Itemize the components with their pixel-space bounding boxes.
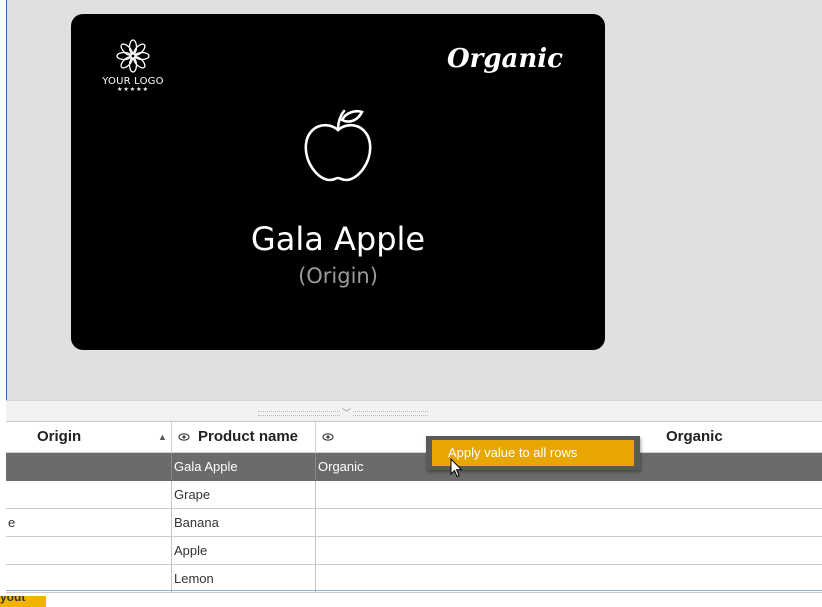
mouse-cursor-icon (450, 458, 463, 478)
cell-organic[interactable] (316, 481, 822, 508)
table-row[interactable]: Gala Apple Organic (6, 453, 822, 481)
sort-ascending-icon[interactable]: ▲ (158, 422, 167, 452)
table-row[interactable]: Lemon (6, 565, 822, 593)
preview-area: YOUR LOGO ★★★★★ Organic Gala Apple (Orig… (6, 0, 822, 400)
column-label-organic: Organic (666, 428, 723, 445)
cell-organic[interactable] (316, 537, 822, 564)
table-row[interactable]: e Banana (6, 509, 822, 537)
column-label-origin: Origin (37, 428, 82, 445)
column-header-product-name[interactable]: Product name (172, 422, 316, 452)
layout-button-label: yout (0, 596, 26, 604)
column-header-origin[interactable]: Origin ▲ (6, 422, 172, 452)
cell-product-name[interactable]: Gala Apple (172, 453, 316, 480)
logo-flower-icon (116, 39, 150, 73)
product-title: Gala Apple (250, 220, 426, 258)
grid-bottom-border (6, 590, 822, 591)
apple-icon (304, 109, 372, 182)
cell-product-name[interactable]: Lemon (172, 565, 316, 592)
data-grid: Origin ▲ Product name Organic Gala Apple… (6, 422, 822, 593)
cell-origin[interactable] (6, 481, 172, 508)
cell-organic[interactable] (316, 509, 822, 536)
eye-icon[interactable] (322, 431, 334, 443)
panel-splitter[interactable]: ﹀ (6, 400, 822, 422)
cell-origin[interactable] (6, 537, 172, 564)
origin-text: (Origin) (298, 264, 378, 288)
cell-organic[interactable] (316, 565, 822, 592)
layout-button[interactable]: yout (0, 596, 46, 607)
column-label-product-name: Product name (198, 428, 299, 445)
chevron-down-icon[interactable]: ﹀ (340, 406, 354, 419)
cell-product-name[interactable]: Grape (172, 481, 316, 508)
grid-header: Origin ▲ Product name Organic (6, 422, 822, 453)
logo: YOUR LOGO ★★★★★ (93, 38, 173, 93)
cell-product-name[interactable]: Apple (172, 537, 316, 564)
logo-stars: ★★★★★ (117, 87, 149, 93)
product-card: YOUR LOGO ★★★★★ Organic Gala Apple (Orig… (71, 14, 605, 350)
table-row[interactable]: Apple (6, 537, 822, 565)
cell-product-name[interactable]: Banana (172, 509, 316, 536)
organic-badge: Organic (447, 44, 563, 74)
cell-origin[interactable]: e (6, 509, 172, 536)
cell-origin[interactable] (6, 453, 172, 480)
cell-origin[interactable] (6, 565, 172, 592)
eye-icon[interactable] (178, 431, 190, 443)
table-row[interactable]: Grape (6, 481, 822, 509)
